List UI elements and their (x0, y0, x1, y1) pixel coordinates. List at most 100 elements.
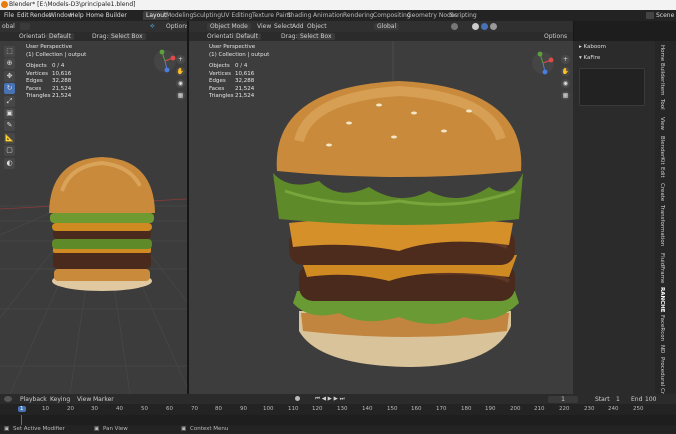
grid-icon[interactable]: ▦ (561, 91, 570, 100)
mouse-left-icon: ▣ (4, 426, 10, 432)
stat-row: Objects 0 / 4 (26, 63, 65, 69)
pan-hand-icon[interactable]: ✋ (176, 67, 185, 76)
timeline-ruler[interactable]: 1 10 20 30 40 50 60 70 80 90 100 110 120… (0, 404, 676, 415)
ruler-tick: 20 (67, 406, 74, 412)
object-mode-dropdown[interactable]: Object Mode (207, 23, 251, 30)
current-frame-field[interactable]: 1 (548, 396, 578, 403)
tab-facercon[interactable]: FaceRcon (659, 315, 665, 341)
camera-icon[interactable]: ◉ (176, 79, 185, 88)
tab-item[interactable]: Item (659, 83, 665, 96)
end-frame-field[interactable]: 100 (645, 396, 656, 403)
marker-menu[interactable]: Marker (93, 396, 114, 403)
tab-fluidframe[interactable]: FluidFrame (659, 253, 665, 283)
ruler-tick: 100 (263, 406, 274, 412)
drag-select-dropdown[interactable]: Select Box (108, 33, 146, 40)
tool-icon[interactable] (20, 23, 30, 30)
ruler-tick: 40 (116, 406, 123, 412)
menu-edit[interactable]: Edit (17, 12, 29, 19)
pan-hand-icon[interactable]: ✋ (561, 67, 570, 76)
select-menu[interactable]: Select (274, 23, 293, 30)
left-viewport-stats: User Perspective (1) Collection | output… (26, 44, 86, 101)
orientation-dropdown[interactable]: Default (46, 33, 74, 40)
mid-options-button[interactable]: Options (544, 33, 567, 40)
solid-shading-icon[interactable] (472, 23, 479, 30)
transform-tool-icon[interactable]: ▣ (4, 107, 15, 119)
n-panel-tabs: Home Builder Item Tool View BlenderKit E… (655, 41, 676, 405)
tab-ranche[interactable]: RANCHE (659, 287, 665, 313)
playhead-line[interactable] (21, 415, 22, 425)
tab-view[interactable]: View (659, 117, 665, 130)
extra-tool-icon[interactable]: ◐ (4, 157, 15, 169)
menu-file[interactable]: File (4, 12, 14, 19)
ruler-tick: 200 (510, 406, 521, 412)
tab-home-builder[interactable]: Home Builder (659, 45, 665, 82)
left-nav-gizmo-icon[interactable] (153, 49, 177, 73)
playback-menu[interactable]: Playback (20, 396, 47, 403)
tab-edit[interactable]: Edit (659, 167, 665, 178)
transform-orientation-dropdown[interactable]: Global (374, 23, 400, 30)
left-3d-viewport[interactable]: User Perspective (1) Collection | output… (0, 41, 187, 394)
menu-help[interactable]: Help (70, 12, 84, 19)
left-options-button[interactable]: Options (166, 23, 189, 30)
drag-select-dropdown[interactable]: Select Box (297, 33, 335, 40)
move-gizmo-icon[interactable]: ⟡ (150, 22, 155, 31)
collection-label: (1) Collection | output (209, 51, 270, 58)
current-frame-marker[interactable]: 1 (18, 406, 26, 412)
main-nav-gizmo-icon[interactable] (531, 51, 555, 75)
outliner-item-kaboom[interactable]: ▸ Kaboom (579, 44, 606, 50)
playback-controls-icon[interactable]: ⏮ ◀ ▶ ▶ ⏭ (315, 396, 345, 403)
status-left-hint: Set Active Modifier (13, 426, 65, 432)
add-cube-tool-icon[interactable]: ▢ (4, 145, 15, 157)
start-label: Start (595, 396, 610, 403)
ruler-tick: 220 (559, 406, 570, 412)
view-menu[interactable]: View (257, 23, 271, 30)
orientation-dropdown[interactable]: Default (233, 33, 261, 40)
add-menu[interactable]: Add (292, 23, 304, 30)
scene-icon[interactable] (646, 12, 654, 19)
keying-menu[interactable]: Keying (50, 396, 70, 403)
measure-tool-icon[interactable]: 📐 (4, 132, 15, 144)
window-titlebar: Blender* [E:\Models-D3\principale1.blend… (0, 0, 676, 10)
stat-row: Triangles 21,524 (209, 93, 255, 99)
menu-home-builder[interactable]: Home Builder (86, 12, 127, 19)
select-tool-icon[interactable]: ⬚ (4, 46, 15, 57)
object-menu[interactable]: Object (307, 23, 327, 30)
start-frame-field[interactable]: 1 (616, 396, 620, 403)
tab-nd[interactable]: ND (659, 345, 665, 353)
left-mode-stub[interactable]: obal (2, 23, 15, 30)
left-burger-model (49, 157, 155, 291)
timeline-view-menu[interactable]: View (77, 396, 91, 403)
ruler-tick: 50 (141, 406, 148, 412)
scale-tool-icon[interactable]: ⤢ (4, 95, 15, 107)
overlay-icon[interactable] (451, 23, 458, 30)
status-right-hint: Context Menu (190, 426, 229, 432)
rotate-tool-icon[interactable]: ↻ (4, 83, 15, 95)
outliner-item-kafire[interactable]: ▾ KaFire (579, 55, 600, 61)
main-3d-viewport[interactable]: User Perspective (1) Collection | output… (189, 41, 573, 394)
timeline-header: Playback Keying View Marker ⏮ ◀ ▶ ▶ ⏭ 1 … (0, 394, 676, 404)
tab-blenderkit[interactable]: BlenderKit (659, 136, 665, 165)
ruler-tick: 140 (362, 406, 373, 412)
timeline-editor-icon[interactable] (4, 396, 12, 402)
record-icon[interactable] (295, 396, 300, 401)
annotate-tool-icon[interactable]: ✎ (4, 120, 15, 132)
ruler-tick: 60 (166, 406, 173, 412)
timeline-body[interactable] (0, 415, 676, 425)
grid-icon[interactable]: ▦ (176, 91, 185, 100)
tab-transformation[interactable]: Transformation (659, 205, 665, 246)
ruler-tick: 120 (312, 406, 323, 412)
camera-icon[interactable]: ◉ (561, 79, 570, 88)
collection-label: (1) Collection | output (26, 51, 87, 58)
rendered-shading-icon[interactable] (490, 23, 497, 30)
zoom-icon[interactable]: + (176, 55, 185, 64)
tab-create[interactable]: Create (659, 183, 665, 201)
workspace-tab-scripting[interactable]: Scripting (447, 11, 480, 20)
material-shading-icon[interactable] (481, 23, 488, 30)
move-tool-icon[interactable]: ✥ (4, 70, 15, 82)
cursor-tool-icon[interactable]: ⊕ (4, 58, 15, 70)
ruler-tick: 10 (42, 406, 49, 412)
tab-tool[interactable]: Tool (659, 99, 665, 110)
zoom-icon[interactable]: + (561, 55, 570, 64)
mouse-right-icon: ▣ (181, 426, 187, 432)
scene-selector[interactable]: Scene (656, 12, 674, 19)
